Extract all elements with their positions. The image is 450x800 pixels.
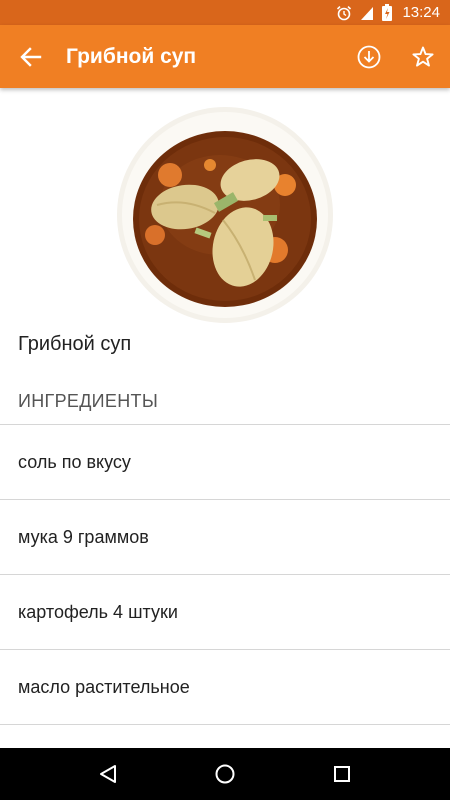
ingredient-item: мука 9 граммов (0, 499, 450, 574)
status-bar: 13:24 (0, 0, 450, 25)
alarm-icon (336, 5, 352, 21)
signal-icon (360, 5, 374, 21)
status-time: 13:24 (402, 4, 440, 21)
ingredient-list: соль по вкусу мука 9 граммов картофель 4… (0, 424, 450, 748)
home-circle-icon (215, 764, 235, 784)
ingredient-item: масло растительное (0, 649, 450, 724)
ingredient-item-partial (0, 724, 450, 748)
download-icon (357, 45, 381, 68)
app-bar-title: Грибной суп (66, 44, 197, 68)
back-button[interactable] (0, 25, 62, 88)
system-nav-bar (0, 748, 450, 800)
recipe-content[interactable]: Грибной суп ИНГРЕДИЕНТЫ соль по вкусу му… (0, 88, 450, 748)
nav-recents-button[interactable] (312, 748, 372, 800)
favorite-button[interactable] (396, 25, 450, 88)
download-button[interactable] (342, 25, 396, 88)
back-triangle-icon (100, 765, 117, 783)
nav-home-button[interactable] (195, 748, 255, 800)
recipe-title: Грибной суп (18, 333, 132, 355)
nav-back-button[interactable] (78, 748, 138, 800)
ingredient-item: картофель 4 штуки (0, 574, 450, 649)
recents-square-icon (333, 766, 350, 782)
star-icon (412, 46, 434, 67)
ingredient-item: соль по вкусу (0, 424, 450, 499)
soup-bowl-image (117, 107, 333, 323)
app-bar: Грибной суп (0, 25, 450, 88)
ingredients-header: ИНГРЕДИЕНТЫ (18, 391, 159, 411)
arrow-back-icon (20, 46, 42, 67)
battery-icon (382, 4, 393, 21)
